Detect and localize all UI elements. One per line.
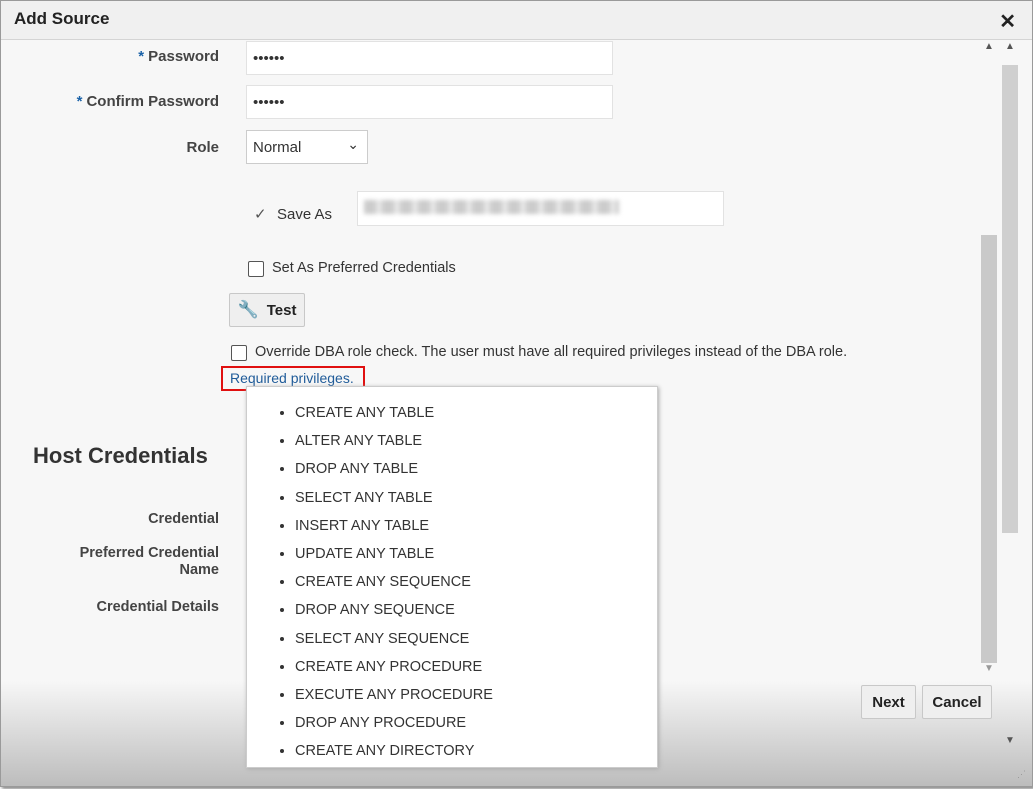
role-select[interactable]: Normal ⌄ (246, 130, 368, 164)
chevron-down-icon: ⌄ (347, 136, 359, 152)
host-credentials-heading: Host Credentials (33, 443, 208, 468)
preferred-credentials-checkbox[interactable] (248, 261, 264, 277)
outer-scrollbar-thumb[interactable] (1002, 65, 1018, 533)
checkmark-icon: ✓ (254, 206, 267, 223)
close-icon[interactable]: ✕ (999, 9, 1016, 34)
test-button[interactable]: 🔧 Test (229, 293, 305, 327)
confirm-password-input[interactable]: •••••• (246, 85, 613, 119)
resize-grip-icon[interactable]: ⋰ (1017, 769, 1026, 780)
override-dba-checkbox[interactable] (231, 345, 247, 361)
privilege-item: CREATE ANY DIRECTORY (295, 743, 657, 771)
privilege-item: ALTER ANY TABLE (295, 433, 657, 461)
save-as-input[interactable] (357, 191, 724, 226)
inner-scrollbar[interactable]: ▲ ▼ (981, 41, 997, 674)
dialog-title: Add Source (14, 9, 110, 28)
wrench-icon: 🔧 (237, 300, 259, 319)
privilege-item: CREATE ANY TABLE (295, 405, 657, 433)
role-label: Role (186, 139, 219, 156)
next-button[interactable]: Next (861, 685, 916, 719)
preferred-credentials-label: Set As Preferred Credentials (272, 260, 456, 276)
privilege-item: UPDATE ANY TABLE (295, 546, 657, 574)
password-input[interactable]: •••••• (246, 41, 613, 75)
privilege-item: DROP ANY PROCEDURE (295, 715, 657, 743)
required-privileges-popup: CREATE ANY TABLEALTER ANY TABLEDROP ANY … (246, 386, 658, 768)
scroll-down-icon[interactable]: ▼ (984, 663, 994, 674)
outer-scrollbar[interactable]: ▲ ▼ (1001, 41, 1019, 753)
privilege-item: DROP ANY SEQUENCE (295, 602, 657, 630)
credential-details-label: Credential Details (96, 599, 220, 615)
cancel-button[interactable]: Cancel (922, 685, 992, 719)
privilege-item: EXECUTE ANY PROCEDURE (295, 687, 657, 715)
override-dba-label: Override DBA role check. The user must h… (255, 344, 848, 360)
scroll-up-icon[interactable]: ▲ (984, 41, 994, 52)
privilege-item: INSERT ANY TABLE (295, 518, 657, 546)
confirm-password-label: * Confirm Password (76, 93, 219, 110)
scroll-up-icon[interactable]: ▲ (1005, 41, 1015, 52)
password-label: * Password (138, 48, 219, 65)
inner-scrollbar-thumb[interactable] (981, 235, 997, 663)
privilege-item: SELECT ANY TABLE (295, 490, 657, 518)
privilege-item: CREATE ANY SEQUENCE (295, 574, 657, 602)
save-as-label: Save As (277, 206, 333, 223)
credential-label: Credential (148, 511, 219, 527)
add-source-dialog: Add Source ✕ * Password •••••• * Confirm P… (0, 0, 1033, 787)
preferred-credential-name-label: Preferred Credential Name (79, 545, 219, 578)
privilege-item: DROP ANY TABLE (295, 461, 657, 489)
privilege-item: CREATE ANY PROCEDURE (295, 659, 657, 687)
title-bar: Add Source ✕ (1, 1, 1032, 40)
scroll-down-icon[interactable]: ▼ (1005, 735, 1015, 746)
privilege-item: SELECT ANY SEQUENCE (295, 631, 657, 659)
